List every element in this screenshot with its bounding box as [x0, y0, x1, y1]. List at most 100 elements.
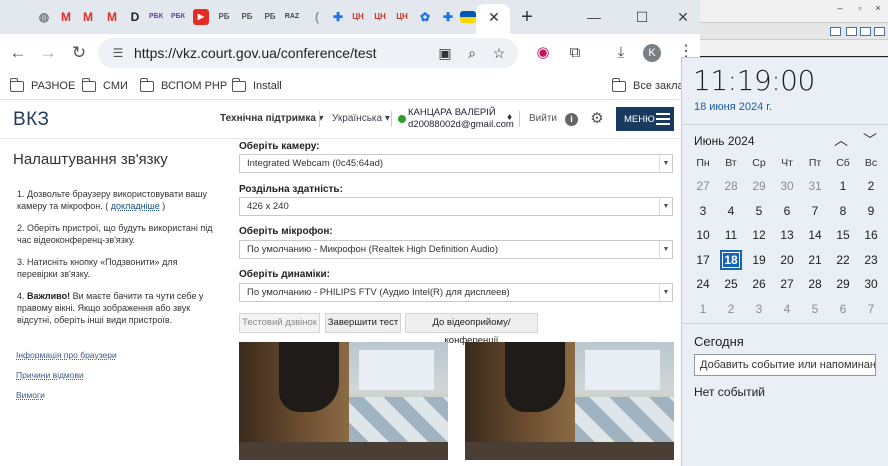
rb-icon[interactable]: РБ: [262, 9, 278, 25]
add-event-input[interactable]: Добавить событие или напоминание: [694, 354, 876, 376]
reload-icon[interactable]: ↻: [69, 43, 89, 63]
puzzle-icon[interactable]: ✚: [330, 9, 346, 25]
calendar-day[interactable]: 16: [860, 225, 882, 245]
bookmark-star-icon[interactable]: ☆: [490, 44, 508, 62]
next-month-icon[interactable]: ﹀: [862, 132, 878, 148]
minimize-icon[interactable]: –: [830, 2, 850, 14]
rbk-icon[interactable]: РБК: [170, 9, 186, 25]
go-to-conference-button[interactable]: До відеоприйому/конференції: [405, 313, 538, 346]
bookmark-folder-install[interactable]: Install: [232, 77, 282, 94]
language-dropdown[interactable]: Українська ▾: [332, 113, 390, 124]
zoom-icon[interactable]: ⌕: [463, 44, 481, 62]
calendar-day[interactable]: 7: [860, 299, 882, 319]
more-info-link[interactable]: докладніше: [111, 201, 160, 211]
minimize-icon[interactable]: —: [579, 6, 609, 28]
calendar-day[interactable]: 6: [832, 299, 854, 319]
globe-icon[interactable]: ◍: [36, 9, 52, 25]
address-bar[interactable]: ☰ https://vkz.court.gov.ua/conference/te…: [98, 38, 518, 68]
calendar-day-selected[interactable]: 18: [720, 249, 742, 270]
puzzle-icon[interactable]: ✚: [440, 9, 456, 25]
cn-icon[interactable]: ЦН: [350, 9, 366, 25]
calendar-day[interactable]: 19: [748, 250, 770, 270]
site-d-icon[interactable]: D: [127, 9, 143, 25]
bookmark-folder-smi[interactable]: СМИ: [82, 77, 128, 94]
calendar-day[interactable]: 29: [832, 274, 854, 294]
back-icon[interactable]: ←: [8, 43, 28, 63]
settings-gears-icon[interactable]: ⚙: [588, 110, 606, 128]
calendar-day[interactable]: 22: [832, 250, 854, 270]
calendar-day[interactable]: 13: [776, 225, 798, 245]
calendar-day[interactable]: 20: [776, 250, 798, 270]
loading-icon[interactable]: (: [309, 9, 325, 25]
gmail-icon[interactable]: M: [58, 9, 74, 25]
tech-support-dropdown[interactable]: Технічна підтримка ▾: [220, 113, 324, 124]
menu-button[interactable]: МЕНЮ: [616, 107, 674, 131]
calendar-day[interactable]: 3: [692, 201, 714, 221]
new-tab-button[interactable]: +: [517, 6, 537, 28]
microphone-select[interactable]: По умолчанию - Микрофон (Realtek High De…: [239, 240, 673, 259]
calendar-day[interactable]: 10: [692, 225, 714, 245]
test-call-button[interactable]: Тестовий дзвінок: [239, 313, 320, 333]
maximize-icon[interactable]: ▫: [850, 2, 870, 14]
cn-icon[interactable]: ЦН: [372, 9, 388, 25]
close-tab-icon[interactable]: ✕: [486, 9, 502, 25]
calendar-day[interactable]: 7: [804, 201, 826, 221]
logout-link[interactable]: Вийти: [529, 113, 557, 124]
calendar-day[interactable]: 31: [804, 176, 826, 196]
rbk-icon[interactable]: РБК: [148, 9, 164, 25]
calendar-day[interactable]: 27: [776, 274, 798, 294]
calendar-day[interactable]: 4: [720, 201, 742, 221]
extension-color-icon[interactable]: ◉: [533, 43, 553, 63]
calendar-day[interactable]: 1: [692, 299, 714, 319]
calendar-day[interactable]: 15: [832, 225, 854, 245]
calendar-day[interactable]: 11: [720, 225, 742, 245]
calendar-day[interactable]: 1: [832, 176, 854, 196]
calendar-day[interactable]: 27: [692, 176, 714, 196]
calendar-day[interactable]: 17: [692, 250, 714, 270]
finish-test-button[interactable]: Завершити тест: [325, 313, 401, 333]
extensions-puzzle-icon[interactable]: ⧉: [565, 43, 585, 63]
calendar-day[interactable]: 24: [692, 274, 714, 294]
calendar-day[interactable]: 30: [776, 176, 798, 196]
camera-select[interactable]: Integrated Webcam (0c45:64ad) ▼: [239, 154, 673, 173]
bookmark-folder-raznoe[interactable]: РАЗНОЕ: [10, 77, 75, 94]
ukraine-flag-icon[interactable]: [460, 11, 476, 23]
camera-in-use-icon[interactable]: ▣: [436, 44, 454, 62]
speakers-select[interactable]: По умолчанию - PHILIPS FTV (Аудио Intel(…: [239, 283, 673, 302]
previous-month-icon[interactable]: ︿: [833, 132, 849, 148]
gmail-icon[interactable]: M: [80, 9, 96, 25]
pin-icon[interactable]: ♦: [507, 111, 515, 125]
calendar-day[interactable]: 4: [776, 299, 798, 319]
browser-info-link[interactable]: Інформація про браузери: [16, 345, 117, 365]
site-logo[interactable]: ВКЗ: [13, 109, 50, 131]
toolbar-icon[interactable]: [874, 27, 885, 36]
resolution-select[interactable]: 426 x 240 ▼: [239, 197, 673, 216]
calendar-day[interactable]: 30: [860, 274, 882, 294]
info-icon[interactable]: i: [565, 113, 578, 126]
rb-icon[interactable]: РБ: [216, 9, 232, 25]
rb-icon[interactable]: РБ: [239, 9, 255, 25]
download-icon[interactable]: ⤓: [611, 43, 631, 63]
calendar-day[interactable]: 2: [720, 299, 742, 319]
requirements-link[interactable]: Вимоги: [16, 385, 117, 405]
calendar-day[interactable]: 14: [804, 225, 826, 245]
calendar-day[interactable]: 28: [804, 274, 826, 294]
calendar-month-title[interactable]: Июнь 2024: [694, 134, 755, 148]
calendar-day[interactable]: 2: [860, 176, 882, 196]
refusal-reasons-link[interactable]: Причини відмови: [16, 365, 117, 385]
clock-date[interactable]: 18 июня 2024 г.: [694, 101, 772, 113]
calendar-day[interactable]: 28: [720, 176, 742, 196]
close-window-icon[interactable]: ✕: [668, 6, 698, 28]
calendar-day[interactable]: 6: [776, 201, 798, 221]
toolbar-icon[interactable]: [830, 27, 841, 36]
calendar-day[interactable]: 23: [860, 250, 882, 270]
calendar-day[interactable]: 5: [804, 299, 826, 319]
calendar-day[interactable]: 29: [748, 176, 770, 196]
bookmark-folder-vspom-php[interactable]: ВСПОМ PHP: [140, 77, 227, 94]
calendar-day[interactable]: 9: [860, 201, 882, 221]
gmail-icon[interactable]: M: [104, 9, 120, 25]
maximize-icon[interactable]: ☐: [627, 6, 657, 28]
toolbar-icon[interactable]: [860, 27, 871, 36]
cn-icon[interactable]: ЦН: [394, 9, 410, 25]
youtube-icon[interactable]: ▶: [193, 9, 209, 25]
